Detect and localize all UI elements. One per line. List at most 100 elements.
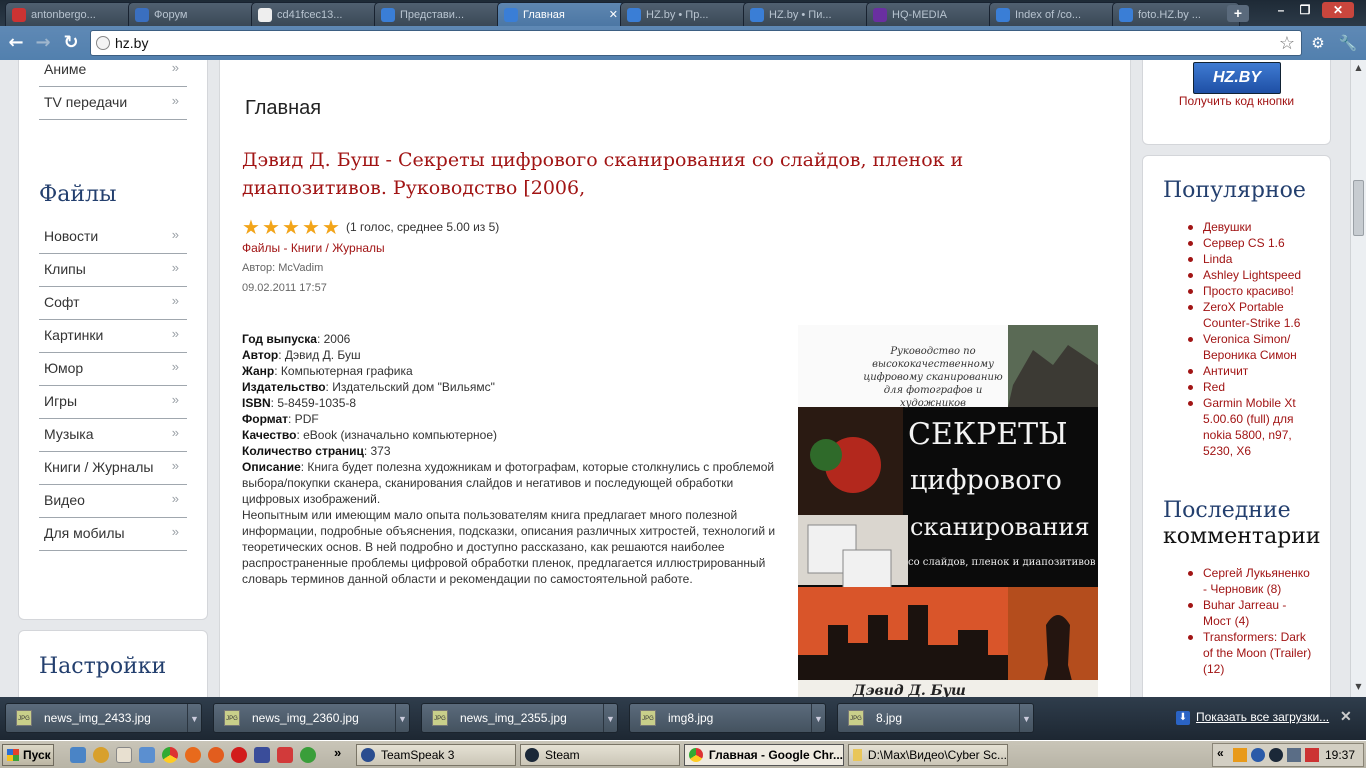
- new-tab-button[interactable]: +: [1227, 5, 1249, 22]
- tab-0[interactable]: antonbergo...: [5, 2, 133, 26]
- list-item-link[interactable]: Garmin Mobile Xt 5.00.60 (full) для noki…: [1188, 395, 1315, 459]
- article-title[interactable]: Дэвид Д. Буш - Секреты цифрового сканиро…: [242, 146, 1072, 202]
- star-icon[interactable]: ★: [282, 217, 300, 237]
- list-item-link[interactable]: Transformers: Dark of the Moon (Trailer)…: [1188, 629, 1315, 677]
- page-scrollbar[interactable]: ▲ ▼: [1350, 60, 1366, 697]
- tab-6[interactable]: HZ.by • Пи...: [743, 2, 871, 26]
- tray-expand-icon[interactable]: «: [1217, 746, 1224, 760]
- star-icon[interactable]: ★: [262, 217, 280, 237]
- popular-title: Популярное: [1163, 178, 1306, 203]
- get-button-code-link[interactable]: Получить код кнопки: [1142, 94, 1331, 108]
- chrome-icon[interactable]: [162, 747, 178, 763]
- tab-7[interactable]: HQ-MEDIA: [866, 2, 994, 26]
- taskbar-btn-folder[interactable]: D:\Max\Видео\Cyber Sc...: [848, 744, 1008, 766]
- scrollbar-thumb[interactable]: [1353, 180, 1364, 236]
- sidebar-item[interactable]: Музыка »: [39, 419, 187, 452]
- tray-app-icon[interactable]: [1251, 748, 1265, 762]
- back-button[interactable]: ←: [5, 31, 27, 55]
- close-tab-icon[interactable]: ✕: [609, 8, 618, 21]
- star-icon[interactable]: ★: [302, 217, 320, 237]
- opera-icon[interactable]: [231, 747, 247, 763]
- tray-app-icon[interactable]: [1305, 748, 1319, 762]
- scroll-up-icon[interactable]: ▲: [1353, 63, 1364, 75]
- chevron-down-icon[interactable]: ▼: [1019, 704, 1033, 732]
- maximize-button[interactable]: ❐: [1296, 2, 1314, 18]
- scroll-down-icon[interactable]: ▼: [1353, 682, 1364, 694]
- download-item[interactable]: JPG news_img_2433.jpg ▼: [5, 703, 202, 733]
- pause-icon[interactable]: [1233, 748, 1247, 762]
- list-item-link[interactable]: Ashley Lightspeed: [1188, 267, 1315, 283]
- close-window-button[interactable]: ✕: [1322, 2, 1354, 18]
- download-item[interactable]: JPG 8.jpg ▼: [837, 703, 1034, 733]
- close-download-bar-icon[interactable]: ✕: [1340, 708, 1352, 725]
- chevron-down-icon[interactable]: ▼: [187, 704, 201, 732]
- list-item-link[interactable]: Девушки: [1188, 219, 1315, 235]
- download-item[interactable]: JPG news_img_2360.jpg ▼: [213, 703, 410, 733]
- sidebar-item[interactable]: Игры »: [39, 386, 187, 419]
- quicklaunch-more-icon[interactable]: »: [334, 745, 341, 760]
- sidebar-item[interactable]: Аниме »: [39, 60, 187, 87]
- forward-button[interactable]: →: [32, 31, 54, 55]
- ebay-icon[interactable]: [116, 747, 132, 763]
- tab-9[interactable]: foto.HZ.by ...: [1112, 2, 1240, 26]
- sidebar-item[interactable]: Новости »: [39, 221, 187, 254]
- tab-1[interactable]: Форум: [128, 2, 256, 26]
- list-item-link[interactable]: Античит: [1188, 363, 1315, 379]
- category-books-link[interactable]: Книги / Журналы: [291, 241, 385, 255]
- reload-button[interactable]: ↻: [60, 31, 82, 55]
- chevron-down-icon[interactable]: ▼: [395, 704, 409, 732]
- start-button[interactable]: Пуск: [2, 744, 54, 766]
- list-item-link[interactable]: Сергей Лукьяненко - Черновик (8): [1188, 565, 1315, 597]
- tab-8[interactable]: Index of /co...: [989, 2, 1117, 26]
- chevron-down-icon[interactable]: ▼: [603, 704, 617, 732]
- notepad-icon[interactable]: [139, 747, 155, 763]
- show-all-downloads-link[interactable]: Показать все загрузки...: [1196, 710, 1329, 724]
- download-item[interactable]: JPG news_img_2355.jpg ▼: [421, 703, 618, 733]
- app-icon[interactable]: [277, 747, 293, 763]
- list-item-link[interactable]: ZeroX Portable Counter-Strike 1.6: [1188, 299, 1315, 331]
- icq-icon[interactable]: [300, 747, 316, 763]
- sidebar-item[interactable]: Клипы »: [39, 254, 187, 287]
- taskbar-btn-chrome[interactable]: Главная - Google Chr...: [684, 744, 844, 766]
- list-item-link[interactable]: Просто красиво!: [1188, 283, 1315, 299]
- sidebar-item[interactable]: Софт »: [39, 287, 187, 320]
- post-date: 09.02.2011 17:57: [242, 282, 327, 294]
- network-icon[interactable]: [1287, 748, 1301, 762]
- star-icon[interactable]: ★: [322, 217, 340, 237]
- category-files-link[interactable]: Файлы: [242, 241, 280, 255]
- minimize-button[interactable]: –: [1272, 2, 1290, 18]
- firefox-icon[interactable]: [208, 747, 224, 763]
- tab-2[interactable]: cd41fcec13...: [251, 2, 379, 26]
- list-item-link[interactable]: Сервер CS 1.6: [1188, 235, 1315, 251]
- book-cover-image[interactable]: Руководство по высококачественному цифро…: [798, 325, 1098, 697]
- sidebar-item[interactable]: Юмор »: [39, 353, 187, 386]
- sidebar-item[interactable]: TV передачи »: [39, 87, 187, 120]
- tab-5[interactable]: HZ.by • Пр...: [620, 2, 748, 26]
- sidebar-item[interactable]: Книги / Журналы »: [39, 452, 187, 485]
- list-item-link[interactable]: Red: [1188, 379, 1315, 395]
- steam-tray-icon[interactable]: [1269, 748, 1283, 762]
- list-item-link[interactable]: Buhar Jarreau - Мост (4): [1188, 597, 1315, 629]
- save-icon[interactable]: [254, 747, 270, 763]
- hz-logo[interactable]: HZ.BY: [1193, 62, 1281, 94]
- sidebar-item[interactable]: Картинки »: [39, 320, 187, 353]
- taskbar-btn-steam[interactable]: Steam: [520, 744, 680, 766]
- tab-4[interactable]: Главная ✕: [497, 2, 625, 26]
- wrench-icon[interactable]: 🔧: [1338, 33, 1358, 53]
- clock[interactable]: 19:37: [1325, 748, 1355, 762]
- taskbar-btn-teamspeak[interactable]: TeamSpeak 3: [356, 744, 516, 766]
- tab-3[interactable]: Представи...: [374, 2, 502, 26]
- download-item[interactable]: JPG img8.jpg ▼: [629, 703, 826, 733]
- star-icon[interactable]: ★: [242, 217, 260, 237]
- address-bar[interactable]: hz.by ☆: [90, 30, 1302, 56]
- list-item-link[interactable]: Veronica Simon/ Вероника Симон: [1188, 331, 1315, 363]
- desktop-icon[interactable]: [70, 747, 86, 763]
- bookmark-star-icon[interactable]: ☆: [1279, 31, 1295, 55]
- browser-icon[interactable]: [185, 747, 201, 763]
- sidebar-item[interactable]: Видео »: [39, 485, 187, 518]
- chevron-down-icon[interactable]: ▼: [811, 704, 825, 732]
- app-icon[interactable]: [93, 747, 109, 763]
- sidebar-item[interactable]: Для мобилы »: [39, 518, 187, 551]
- extension-icon[interactable]: ⚙: [1308, 33, 1328, 53]
- list-item-link[interactable]: Linda: [1188, 251, 1315, 267]
